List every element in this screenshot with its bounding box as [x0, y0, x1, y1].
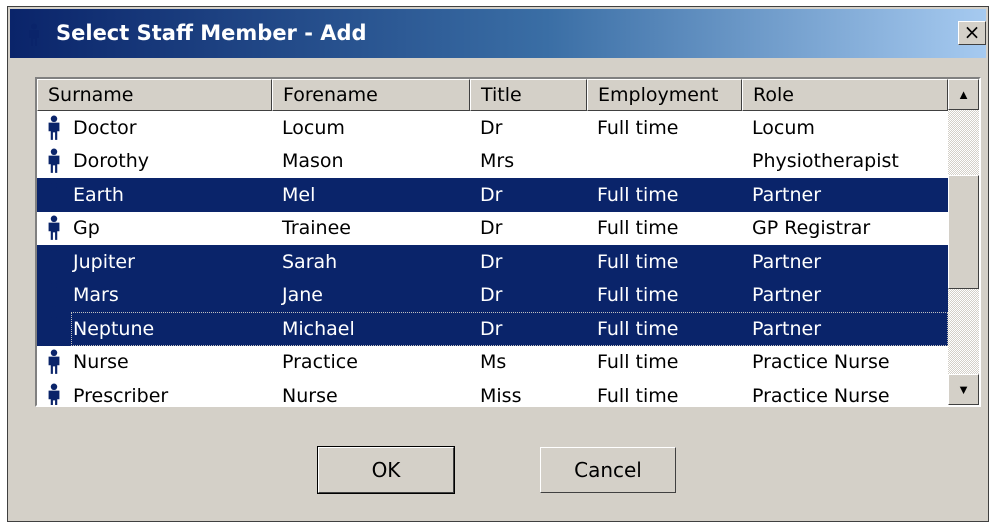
ok-button[interactable]: OK	[317, 446, 455, 494]
staff-person-icon	[48, 215, 60, 241]
cell-role: GP Registrar	[752, 217, 871, 240]
cell-surname: Earth	[37, 182, 272, 208]
dialog-title: Select Staff Member - Add	[56, 21, 367, 45]
table-row[interactable]: Jupiter Sarah Dr Full time Partner	[37, 245, 948, 279]
cell-employment: Full time	[597, 183, 679, 206]
cell-forename: Mel	[282, 183, 316, 206]
table-row[interactable]: Dorothy Mason Mrs Physiotherapist	[37, 145, 948, 179]
cell-employment: Full time	[597, 116, 679, 139]
staff-person-icon	[48, 282, 60, 308]
cell-employment: Full time	[597, 250, 679, 273]
cell-employment: Full time	[597, 317, 679, 340]
cell-employment: Full time	[597, 217, 679, 240]
table-row[interactable]: Mars Jane Dr Full time Partner	[37, 278, 948, 312]
staff-person-icon	[48, 249, 60, 274]
table-row[interactable]: Gp Trainee Dr Full time GP Registrar	[37, 212, 948, 246]
cell-forename: Practice	[282, 351, 358, 374]
cell-surname: Jupiter	[37, 249, 272, 275]
cell-employment: Full time	[597, 384, 679, 405]
cell-title: Dr	[480, 317, 503, 340]
staff-person-icon	[48, 182, 60, 207]
column-header-employment[interactable]: Employment	[587, 79, 742, 111]
cell-role: Practice Nurse	[752, 351, 890, 374]
cell-role: Partner	[752, 183, 822, 206]
scroll-thumb[interactable]	[948, 175, 979, 289]
cell-role: Partner	[752, 284, 822, 307]
table-row[interactable]: Prescriber Nurse Miss Full time Practice Nur…	[37, 379, 948, 405]
cell-role: Partner	[752, 250, 822, 273]
staff-person-icon	[48, 316, 60, 341]
column-header-forename[interactable]: Forename	[272, 79, 470, 111]
cell-surname-text: Dorothy	[73, 150, 150, 173]
cell-surname: Neptune	[37, 316, 272, 342]
cancel-button[interactable]: Cancel	[540, 447, 676, 493]
column-header-role[interactable]: Role	[742, 79, 948, 111]
list-rows: Doctor Locum Dr Full time Locum Dorothy Mason M…	[37, 111, 948, 405]
cell-forename: Locum	[282, 116, 345, 139]
staff-person-icon	[48, 349, 60, 375]
staff-list[interactable]: Surname Forename Title Employment Role D…	[35, 77, 981, 407]
cell-title: Dr	[480, 183, 503, 206]
column-header-title[interactable]: Title	[470, 79, 587, 111]
close-button[interactable]: ×	[958, 21, 986, 45]
cell-role: Partner	[752, 317, 822, 340]
select-staff-dialog: Select Staff Member - Add × Surname Fore…	[7, 6, 989, 522]
table-row[interactable]: Neptune Michael Dr Full time Partner	[37, 312, 948, 346]
title-bar[interactable]: Select Staff Member - Add ×	[10, 9, 986, 58]
cell-surname-text: Neptune	[73, 317, 155, 340]
cell-surname: Gp	[37, 215, 272, 241]
cell-title: Dr	[480, 250, 503, 273]
staff-person-icon	[48, 115, 60, 140]
cell-forename: Nurse	[282, 384, 338, 405]
vertical-scrollbar[interactable]: ▲ ▼	[948, 79, 979, 405]
scroll-up-button[interactable]: ▲	[948, 79, 979, 110]
list-header: Surname Forename Title Employment Role	[37, 79, 948, 111]
cell-surname-text: Prescriber	[73, 384, 169, 405]
cell-surname-text: Jupiter	[73, 250, 135, 273]
cell-title: Miss	[480, 384, 522, 405]
cell-employment: Full time	[597, 351, 679, 374]
cell-forename: Trainee	[282, 217, 351, 240]
staff-person-icon	[48, 383, 60, 405]
staff-person-icon	[29, 23, 39, 46]
cell-title: Dr	[480, 284, 503, 307]
cell-surname: Nurse	[37, 349, 272, 375]
cell-surname: Mars	[37, 282, 272, 308]
cell-forename: Mason	[282, 150, 344, 173]
cell-role: Practice Nurse	[752, 384, 890, 405]
cell-surname-text: Gp	[73, 217, 100, 240]
cell-surname: Prescriber	[37, 383, 272, 405]
column-header-surname[interactable]: Surname	[37, 79, 272, 111]
cell-surname-text: Doctor	[73, 116, 137, 139]
cell-role: Locum	[752, 116, 815, 139]
cell-surname: Doctor	[37, 115, 272, 141]
cell-title: Dr	[480, 217, 503, 240]
table-row[interactable]: Nurse Practice Ms Full time Practice Nurse	[37, 346, 948, 380]
cell-title: Dr	[480, 116, 503, 139]
table-row[interactable]: Earth Mel Dr Full time Partner	[37, 178, 948, 212]
cell-surname: Dorothy	[37, 148, 272, 174]
cell-title: Ms	[480, 351, 507, 374]
cell-surname-text: Nurse	[73, 351, 129, 374]
cell-forename: Sarah	[282, 250, 338, 273]
cell-role: Physiotherapist	[752, 150, 899, 173]
cell-title: Mrs	[480, 150, 515, 173]
cell-surname-text: Earth	[73, 183, 124, 206]
table-row[interactable]: Doctor Locum Dr Full time Locum	[37, 111, 948, 145]
cell-employment: Full time	[597, 284, 679, 307]
scroll-down-button[interactable]: ▼	[948, 374, 979, 405]
cell-forename: Jane	[282, 284, 323, 307]
staff-person-icon	[48, 148, 60, 174]
cell-forename: Michael	[282, 317, 355, 340]
cell-surname-text: Mars	[73, 284, 119, 307]
